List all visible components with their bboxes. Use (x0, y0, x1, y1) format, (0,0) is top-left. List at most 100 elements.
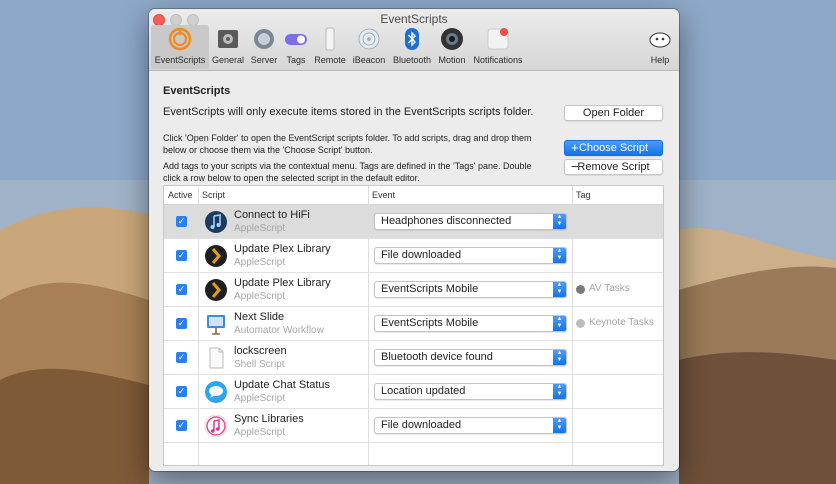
active-checkbox[interactable]: ✓ (176, 318, 187, 329)
column-header-script[interactable]: Script (202, 190, 225, 200)
script-name: lockscreen (234, 345, 287, 357)
help-text-folder: Click 'Open Folder' to open the EventScr… (163, 133, 532, 155)
notifications-icon (487, 28, 509, 50)
intro-text: EventScripts will only execute items sto… (163, 106, 534, 118)
active-checkbox[interactable]: ✓ (176, 250, 187, 261)
toolbar-label: iBeacon (352, 55, 386, 65)
table-header: Active Script Event Tag (164, 186, 663, 205)
column-header-event[interactable]: Event (372, 190, 395, 200)
help-text-tags: Add tags to your scripts via the context… (163, 161, 532, 183)
stepper-arrows-icon: ▲ ▼ (553, 350, 566, 365)
active-checkbox[interactable]: ✓ (176, 284, 187, 295)
stepper-arrows-icon: ▲ ▼ (553, 282, 566, 297)
table-row[interactable]: ✓ Update Plex Library AppleScript File d… (164, 239, 663, 273)
keynote-icon (207, 315, 225, 335)
plex-icon (205, 245, 227, 267)
tags-icon (285, 34, 307, 45)
script-name: Sync Libraries (234, 413, 304, 425)
toolbar-label: EventScripts (154, 55, 206, 65)
script-type: AppleScript (234, 257, 286, 268)
help-icon (649, 32, 671, 48)
script-name: Update Plex Library (234, 243, 331, 255)
script-name: Update Chat Status (234, 379, 331, 391)
active-checkbox[interactable]: ✓ (176, 352, 187, 363)
toolbar-label: Notifications (473, 55, 523, 65)
table-row[interactable]: ✓ Next Slide Automator Workflow EventScr… (164, 307, 663, 341)
toolbar-item-bluetooth[interactable]: Bluetooth (390, 25, 434, 69)
tag-label: AV Tasks (589, 283, 630, 294)
choose-script-label: Choose Script (578, 142, 649, 154)
table-row[interactable]: ✓ lockscreen Shell Script Bluetooth devi… (164, 341, 663, 375)
window-title: EventScripts (380, 12, 448, 26)
script-type: AppleScript (234, 291, 286, 302)
toolbar-label: Server (250, 55, 278, 65)
table-row[interactable]: ✓ Update Chat Status AppleScript Locatio… (164, 375, 663, 409)
script-name: Connect to HiFi (234, 209, 310, 221)
bluetooth-icon (405, 28, 419, 50)
event-select[interactable]: Headphones disconnected ▲ ▼ (374, 213, 567, 230)
column-header-tag[interactable]: Tag (576, 190, 591, 200)
toolbar-label: Motion (438, 55, 466, 65)
toolbar-label: Help (650, 55, 670, 65)
toolbar-label: Tags (286, 55, 306, 65)
stepper-arrows-icon: ▲ ▼ (553, 384, 566, 399)
column-header-active[interactable]: Active (168, 190, 193, 200)
script-type: AppleScript (234, 393, 286, 404)
toolbar-item-eventscripts[interactable]: EventScripts (151, 25, 209, 69)
table-row[interactable]: ✓ Sync Libraries AppleScript File downlo… (164, 409, 663, 443)
itunes-note-icon (205, 211, 227, 233)
toolbar-item-tags[interactable]: Tags (281, 25, 311, 69)
table-row[interactable]: ✓ Update Plex Library AppleScript EventS… (164, 273, 663, 307)
event-value: File downloaded (381, 419, 462, 431)
event-select[interactable]: EventScripts Mobile ▲ ▼ (374, 315, 567, 332)
toolbar-item-general[interactable]: General (211, 25, 245, 69)
open-folder-label: Open Folder (582, 107, 645, 119)
toolbar-item-remote[interactable]: Remote (312, 25, 348, 69)
plus-icon: + (571, 140, 579, 155)
active-checkbox[interactable]: ✓ (176, 216, 187, 227)
active-checkbox[interactable]: ✓ (176, 420, 187, 431)
event-select[interactable]: EventScripts Mobile ▲ ▼ (374, 281, 567, 298)
tag-label: Keynote Tasks (589, 317, 654, 328)
event-select[interactable]: File downloaded ▲ ▼ (374, 247, 567, 264)
script-type: AppleScript (234, 223, 286, 234)
server-icon (254, 29, 274, 49)
script-name: Next Slide (234, 311, 285, 323)
remote-icon (325, 27, 335, 51)
stepper-arrows-icon: ▲ ▼ (553, 418, 566, 433)
toolbar-item-motion[interactable]: Motion (435, 25, 469, 69)
toolbar-label: Bluetooth (392, 55, 432, 65)
event-value: Location updated (381, 385, 466, 397)
event-select[interactable]: Location updated ▲ ▼ (374, 383, 567, 400)
active-checkbox[interactable]: ✓ (176, 386, 187, 397)
itunes-icon (204, 414, 228, 438)
toolbar-item-server[interactable]: Server (247, 25, 281, 69)
pane-heading: EventScripts (163, 85, 231, 97)
choose-script-button[interactable]: + Choose Script (564, 140, 663, 156)
event-value: EventScripts Mobile (381, 283, 479, 295)
remove-script-button[interactable]: − Remove Script (564, 159, 663, 175)
scripts-table[interactable]: Active Script Event Tag ✓ Connect to HiF… (163, 185, 664, 466)
event-value: EventScripts Mobile (381, 317, 479, 329)
minus-icon: − (571, 159, 579, 174)
toolbar-item-notifications[interactable]: Notifications (470, 25, 526, 69)
stepper-arrows-icon: ▲ ▼ (553, 248, 566, 263)
toolbar-item-help[interactable]: Help (645, 25, 675, 69)
tag-color-dot (576, 285, 585, 294)
script-type: Shell Script (234, 359, 285, 370)
remove-script-label: Remove Script (577, 161, 650, 173)
table-row[interactable]: ✓ Connect to HiFi AppleScript Headphones… (164, 205, 663, 239)
ibeacon-icon (358, 28, 380, 50)
event-value: Bluetooth device found (381, 351, 493, 363)
event-value: File downloaded (381, 249, 462, 261)
open-folder-button[interactable]: Open Folder (564, 105, 663, 121)
plex-icon (205, 279, 227, 301)
messages-icon (205, 381, 227, 403)
event-select[interactable]: File downloaded ▲ ▼ (374, 417, 567, 434)
event-select[interactable]: Bluetooth device found ▲ ▼ (374, 349, 567, 366)
tag-color-dot (576, 319, 585, 328)
script-type: Automator Workflow (234, 325, 324, 336)
toolbar-item-ibeacon[interactable]: iBeacon (349, 25, 389, 69)
motion-icon (441, 28, 463, 50)
script-name: Update Plex Library (234, 277, 331, 289)
